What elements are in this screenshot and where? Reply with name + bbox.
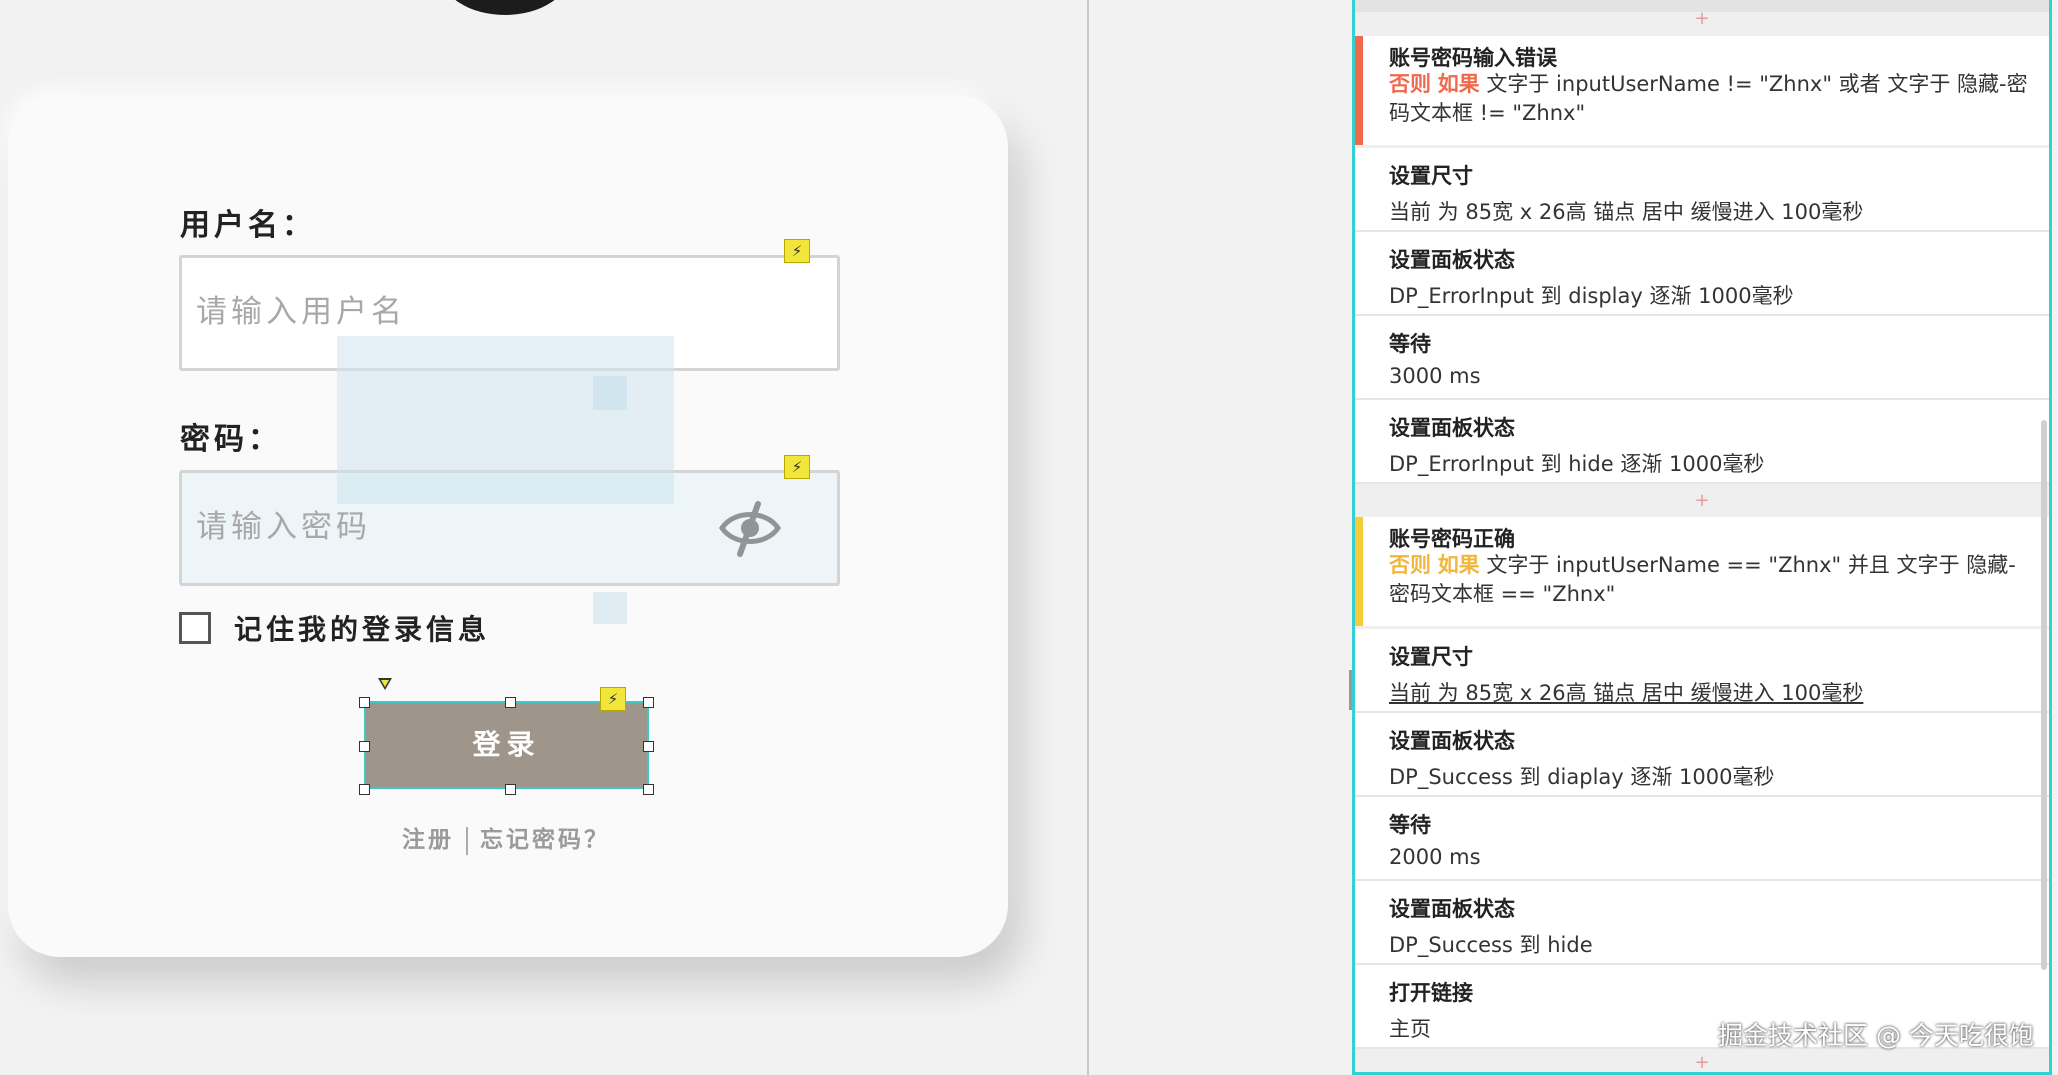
avatar xyxy=(440,0,570,15)
design-canvas[interactable]: 用户名： 请输入用户名 ⚡ 密码： 请输入密码 ⚡ 记住我的登录信息 登录 ⚡ … xyxy=(0,0,1087,1075)
add-case-icon[interactable]: + xyxy=(1355,8,2049,29)
case-condition: 否则 如果 文字于 inputUserName != "Zhnx" 或者 文字于… xyxy=(1389,70,2029,128)
password-placeholder: 请输入密码 xyxy=(196,509,371,545)
panel-resize-handle[interactable] xyxy=(1349,670,1352,710)
resize-handle[interactable] xyxy=(359,741,370,752)
action-set-panel-state[interactable]: 设置面板状态 DP_ErrorInput 到 hide 逐渐 1000毫秒 xyxy=(1355,400,2049,484)
resize-handle[interactable] xyxy=(359,697,370,708)
interaction-panel: + 账号密码输入错误 否则 如果 文字于 inputUserName != "Z… xyxy=(1352,0,2052,1075)
hidden-panel-marker xyxy=(593,592,627,624)
action-desc: DP_Success 到 diaplay 逐渐 1000毫秒 xyxy=(1389,765,1775,789)
eye-slash-icon[interactable] xyxy=(718,498,782,558)
action-desc: 3000 ms xyxy=(1389,364,1481,388)
action-title: 设置尺寸 xyxy=(1389,164,1473,188)
interaction-bolt-icon[interactable]: ⚡ xyxy=(784,455,810,479)
interaction-bolt-icon[interactable]: ⚡ xyxy=(600,687,626,711)
condition-text: 文字于 inputUserName == "Zhnx" 并且 文字于 隐藏-密码… xyxy=(1389,553,2016,606)
case-condition: 否则 如果 文字于 inputUserName == "Zhnx" 并且 文字于… xyxy=(1389,551,2029,609)
action-set-panel-state[interactable]: 设置面板状态 DP_ErrorInput 到 display 逐渐 1000毫秒 xyxy=(1355,232,2049,316)
panel-scrollbar[interactable] xyxy=(2041,420,2047,970)
else-keyword: 否则 xyxy=(1389,553,1431,577)
action-set-size[interactable]: 设置尺寸 当前 为 85宽 x 26高 锚点 居中 缓慢进入 100毫秒 xyxy=(1355,148,2049,232)
resize-handle[interactable] xyxy=(643,741,654,752)
case-accent-bar xyxy=(1355,36,1363,145)
action-title: 设置面板状态 xyxy=(1389,248,1515,272)
action-title: 打开链接 xyxy=(1389,981,1473,1005)
remember-checkbox[interactable] xyxy=(179,612,211,644)
action-title: 等待 xyxy=(1389,813,1431,837)
action-set-panel-state[interactable]: 设置面板状态 DP_Success 到 diaplay 逐渐 1000毫秒 xyxy=(1355,713,2049,797)
case-accent-bar xyxy=(1355,517,1363,626)
case-error[interactable]: 账号密码输入错误 否则 如果 文字于 inputUserName != "Zhn… xyxy=(1355,36,2049,145)
action-title: 设置面板状态 xyxy=(1389,729,1515,753)
add-case-icon[interactable]: + xyxy=(1355,490,2049,511)
action-desc: DP_Success 到 hide xyxy=(1389,933,1593,957)
action-wait[interactable]: 等待 2000 ms xyxy=(1355,797,2049,881)
action-title: 设置面板状态 xyxy=(1389,897,1515,921)
forgot-password-link[interactable]: 忘记密码？ xyxy=(480,826,610,853)
watermark: 掘金技术社区 @ 今天吃很饱 xyxy=(1718,1021,2034,1050)
case-title: 账号密码输入错误 xyxy=(1389,46,1557,70)
links-row: 注册 忘记密码？ xyxy=(402,820,610,855)
resize-handle[interactable] xyxy=(643,784,654,795)
resize-handle[interactable] xyxy=(359,784,370,795)
hidden-panel-overlay[interactable] xyxy=(337,336,674,504)
username-label: 用户名： xyxy=(180,208,316,243)
action-title: 设置面板状态 xyxy=(1389,416,1515,440)
hidden-panel-marker xyxy=(593,376,627,410)
action-desc: 主页 xyxy=(1389,1017,1431,1041)
login-button[interactable]: 登录 xyxy=(364,701,649,789)
resize-handle[interactable] xyxy=(505,784,516,795)
remember-label: 记住我的登录信息 xyxy=(234,613,491,646)
add-case-icon[interactable]: + xyxy=(1355,1052,2049,1072)
action-set-panel-state[interactable]: 设置面板状态 DP_Success 到 hide xyxy=(1355,881,2049,965)
case-title: 账号密码正确 xyxy=(1389,527,1515,551)
resize-handle[interactable] xyxy=(505,697,516,708)
interaction-bolt-icon[interactable]: ⚡ xyxy=(784,239,810,263)
register-link[interactable]: 注册 xyxy=(402,826,454,853)
link-divider xyxy=(466,827,468,855)
action-wait[interactable]: 等待 3000 ms xyxy=(1355,316,2049,400)
password-label: 密码： xyxy=(180,422,282,457)
action-desc: DP_ErrorInput 到 hide 逐渐 1000毫秒 xyxy=(1389,452,1765,476)
if-keyword: 如果 xyxy=(1437,553,1480,577)
action-set-size[interactable]: 设置尺寸 当前 为 85宽 x 26高 锚点 居中 缓慢进入 100毫秒 xyxy=(1355,629,2049,713)
action-desc: 当前 为 85宽 x 26高 锚点 居中 缓慢进入 100毫秒 xyxy=(1389,200,1864,224)
action-title: 设置尺寸 xyxy=(1389,645,1473,669)
resize-handle[interactable] xyxy=(643,697,654,708)
else-keyword: 否则 xyxy=(1389,72,1431,96)
username-placeholder: 请输入用户名 xyxy=(196,294,406,330)
condition-text: 文字于 inputUserName != "Zhnx" 或者 文字于 隐藏-密码… xyxy=(1389,72,2028,125)
action-title: 等待 xyxy=(1389,332,1431,356)
canvas-divider xyxy=(1087,0,1089,1075)
case-success[interactable]: 账号密码正确 否则 如果 文字于 inputUserName == "Zhnx"… xyxy=(1355,517,2049,626)
action-desc: 2000 ms xyxy=(1389,845,1481,869)
anchor-icon xyxy=(378,678,392,690)
action-desc: 当前 为 85宽 x 26高 锚点 居中 缓慢进入 100毫秒 xyxy=(1389,681,1864,705)
action-desc: DP_ErrorInput 到 display 逐渐 1000毫秒 xyxy=(1389,284,1794,308)
if-keyword: 如果 xyxy=(1437,72,1480,96)
